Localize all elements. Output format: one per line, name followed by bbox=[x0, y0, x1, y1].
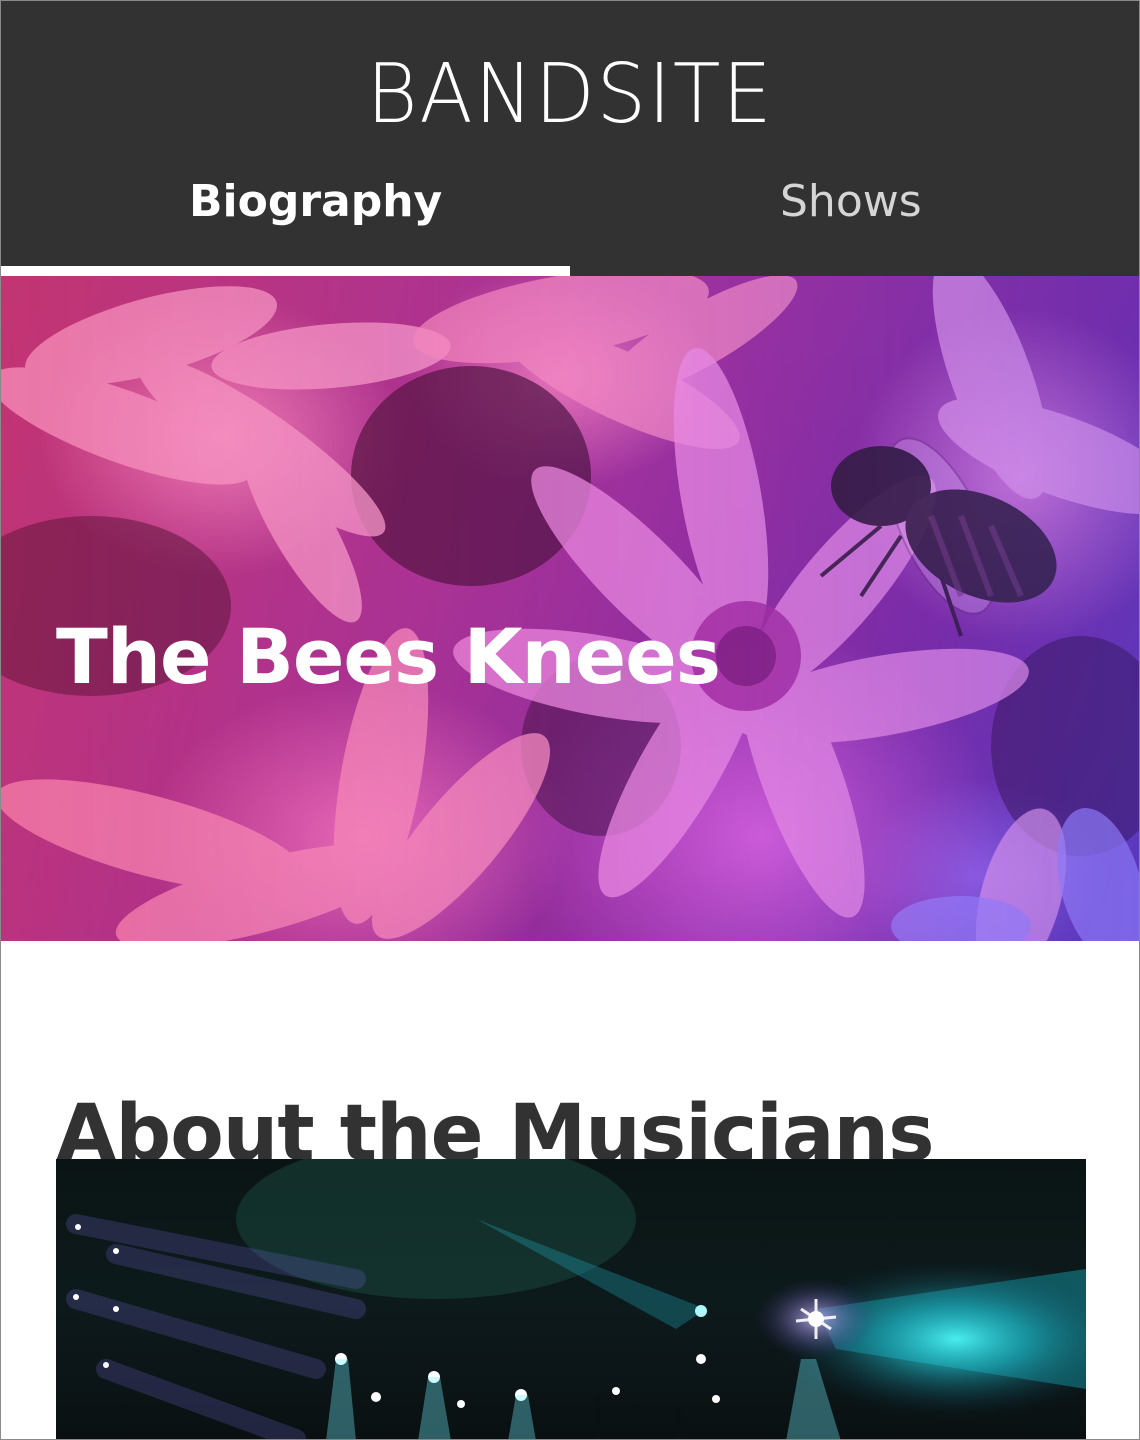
site-logo[interactable]: BANDSITE bbox=[29, 45, 1110, 145]
concert-image bbox=[56, 1159, 1086, 1439]
hero-tint bbox=[1, 276, 1139, 941]
tab-shows[interactable]: Shows bbox=[570, 165, 1139, 276]
concert-lights-image bbox=[66, 1159, 1086, 1439]
site-header: BANDSITE Biography Shows bbox=[1, 1, 1139, 276]
tab-shows-label: Shows bbox=[780, 176, 922, 227]
page: BANDSITE Biography Shows The Bees Knees … bbox=[0, 0, 1140, 1440]
tab-biography-label: Biography bbox=[189, 176, 443, 227]
tab-biography[interactable]: Biography bbox=[1, 165, 570, 276]
hero-banner: The Bees Knees bbox=[1, 276, 1139, 941]
main-nav: Biography Shows bbox=[1, 165, 1139, 276]
active-tab-indicator bbox=[1, 266, 570, 276]
hero-title: The Bees Knees bbox=[56, 611, 721, 701]
